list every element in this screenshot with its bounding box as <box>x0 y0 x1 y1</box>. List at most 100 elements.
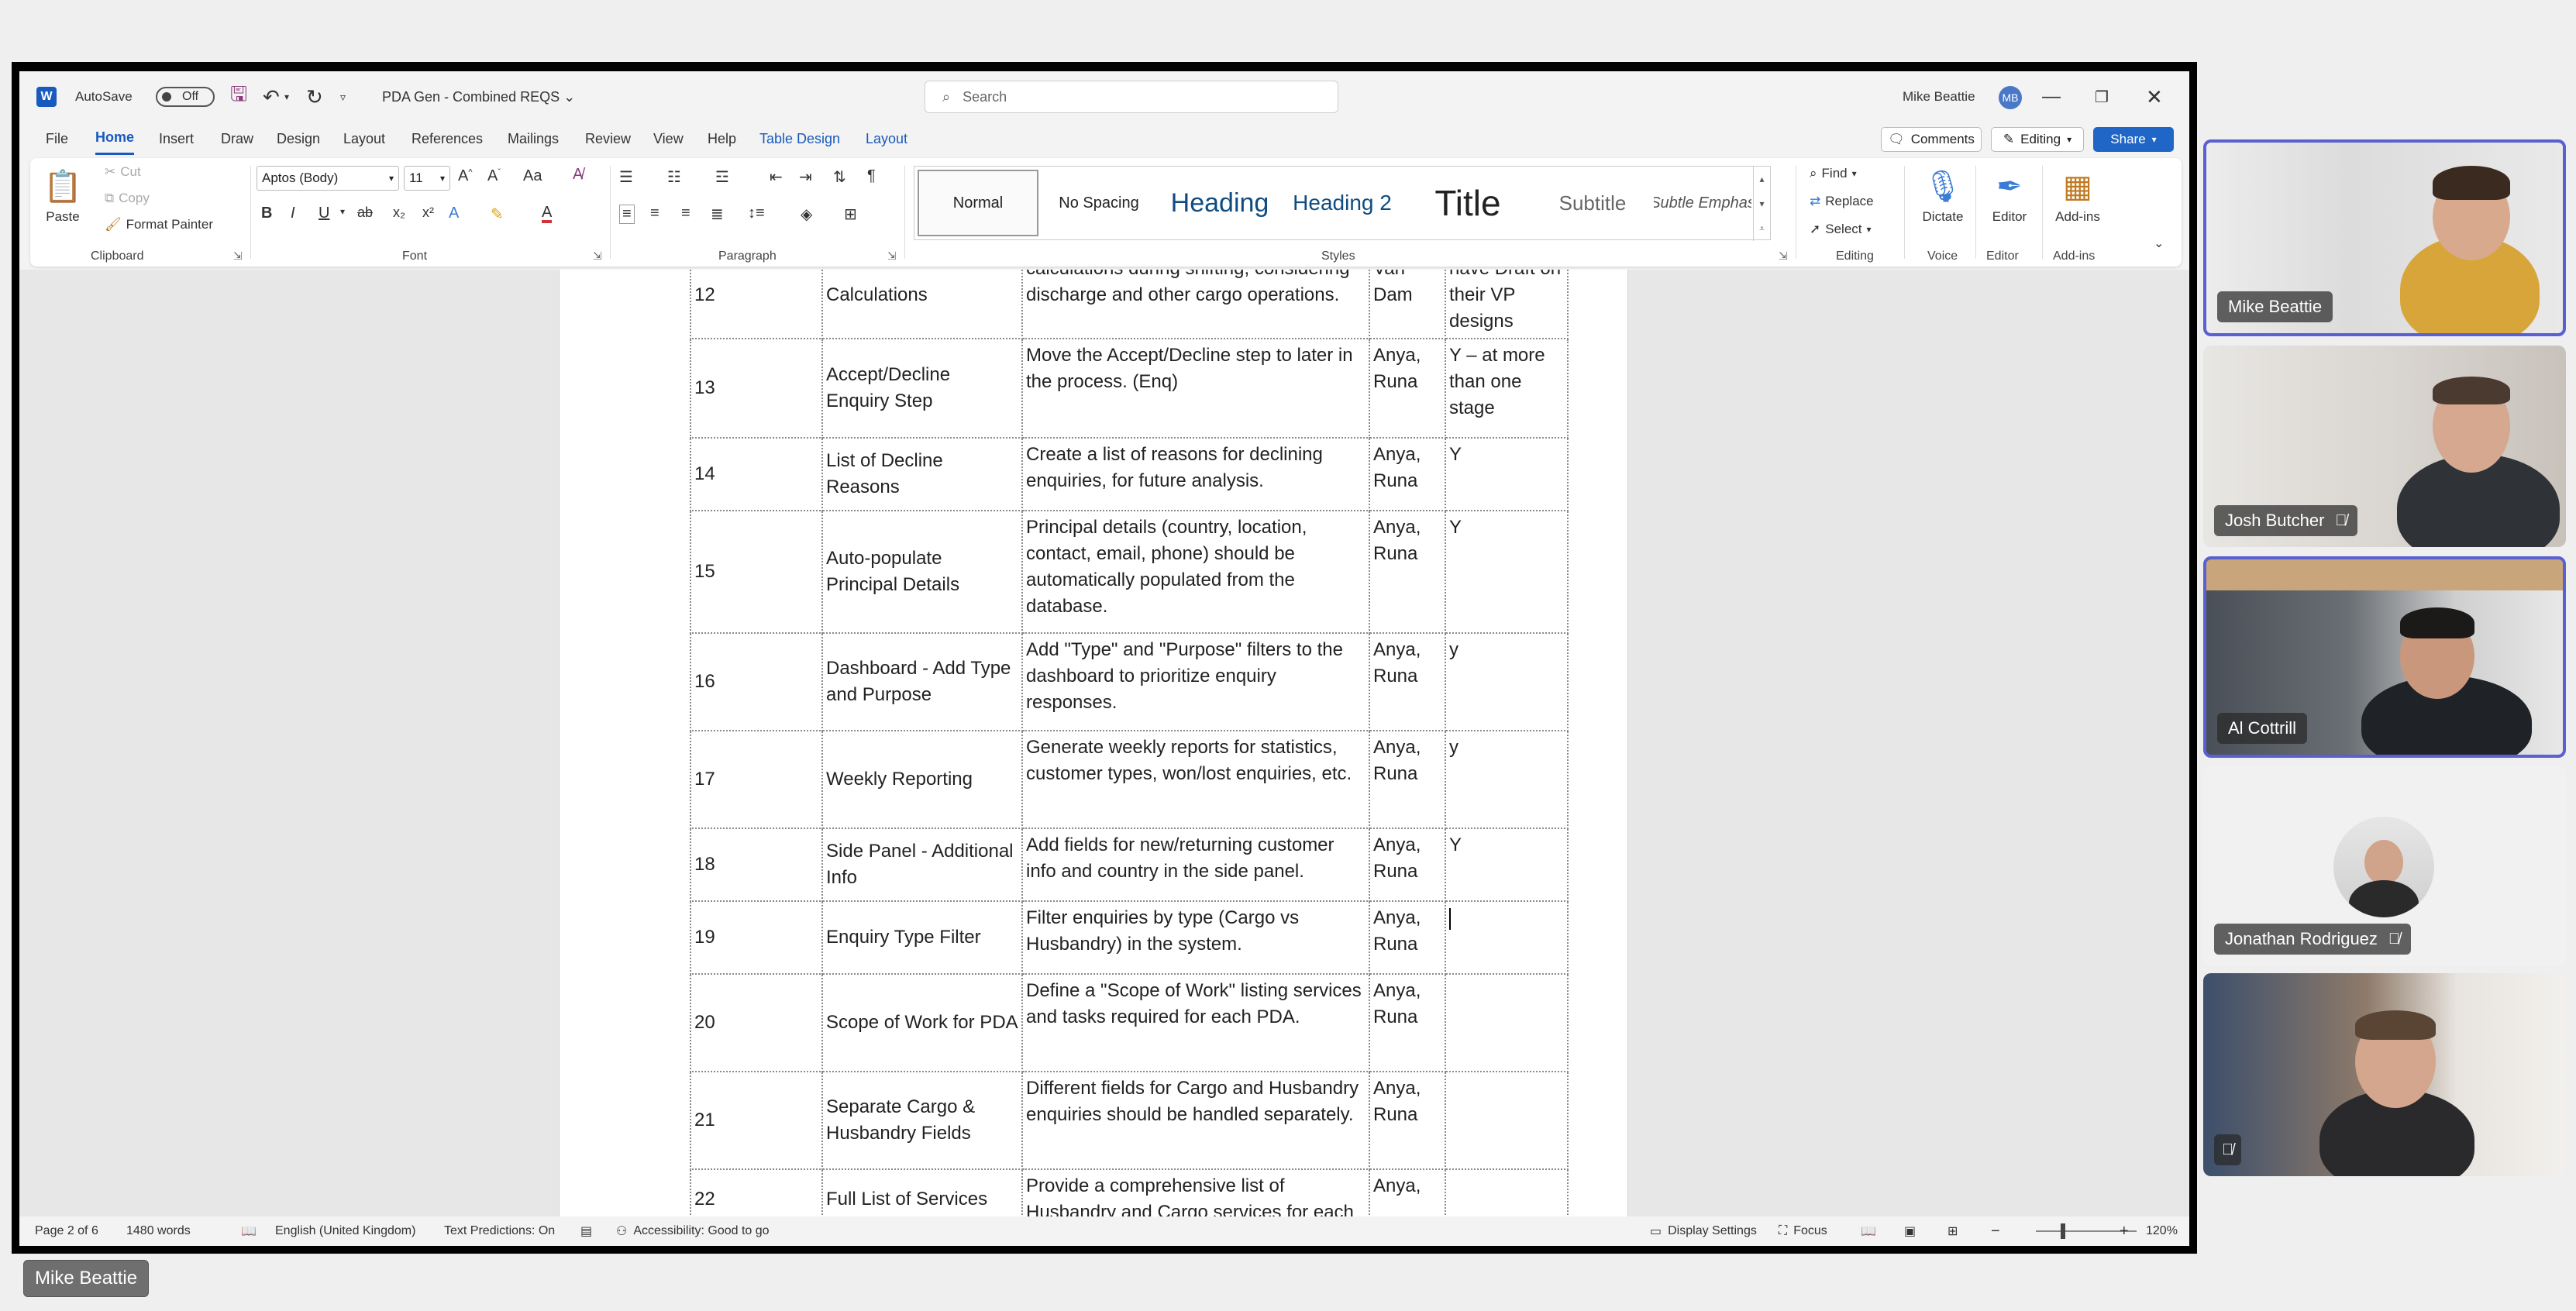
undo-icon[interactable]: ↶ <box>263 71 280 122</box>
table-row[interactable]: 15 Auto-populate Principal Details Princip… <box>690 510 1569 634</box>
superscript-button[interactable]: x² <box>422 205 434 221</box>
style-heading[interactable]: Heading <box>1159 170 1280 236</box>
bold-button[interactable]: B <box>261 205 272 222</box>
owner-cell[interactable]: Van Dam <box>1369 270 1446 339</box>
owner-cell[interactable]: Anya, Runa <box>1369 900 1446 975</box>
style-subtle-emphasis[interactable]: Subtle Emphas <box>1654 170 1751 236</box>
description-cell[interactable]: Principal details (country, location, co… <box>1021 510 1370 634</box>
italic-button[interactable]: I <box>291 205 295 222</box>
status-cell[interactable]: Y – at more than one stage <box>1445 338 1569 439</box>
font-color-icon[interactable]: A <box>542 205 553 223</box>
tab-references[interactable]: References <box>412 122 483 155</box>
page-count[interactable]: Page 2 of 6 <box>35 1216 98 1246</box>
read-mode-icon[interactable]: 📖 <box>1861 1216 1876 1246</box>
table-row[interactable]: 13 Accept/Decline Enquiry Step Move the Ac… <box>690 338 1569 439</box>
status-cell[interactable] <box>1445 1168 1569 1216</box>
close-icon[interactable]: ✕ <box>2146 71 2163 122</box>
avatar[interactable]: MB <box>1999 86 2022 109</box>
table-row[interactable]: 12Calculationscalculations during shifti… <box>690 270 1569 339</box>
bullets-icon[interactable]: ☰ <box>619 167 633 187</box>
row-number-cell[interactable]: 20 <box>690 973 823 1072</box>
table-row[interactable]: 16 Dashboard - Add Type and Purpose Add "T… <box>690 632 1569 731</box>
participant-tile[interactable]: Mike Beattie <box>2203 139 2566 336</box>
tab-review[interactable]: Review <box>585 122 631 155</box>
clipboard-launcher-icon[interactable]: ⇲ <box>233 249 243 263</box>
requirement-name-cell[interactable]: List of Decline Reasons <box>821 437 1023 511</box>
zoom-level[interactable]: 120% <box>2146 1216 2178 1246</box>
description-cell[interactable]: Add "Type" and "Purpose" filters to the … <box>1021 632 1370 731</box>
comments-button[interactable]: 🗨 Comments <box>1881 127 1982 152</box>
owner-cell[interactable]: Anya, <box>1369 1168 1446 1216</box>
requirement-name-cell[interactable]: Calculations <box>821 270 1023 339</box>
borders-icon[interactable]: ⊞ <box>844 205 857 224</box>
tab-table-design[interactable]: Table Design <box>759 122 840 155</box>
owner-cell[interactable]: Anya, Runa <box>1369 437 1446 511</box>
increase-indent-icon[interactable]: ⇥ <box>799 167 812 187</box>
gallery-more-icon[interactable]: ⩡ <box>1753 216 1770 241</box>
text-predictions[interactable]: Text Predictions: On <box>444 1216 555 1246</box>
description-cell[interactable]: Generate weekly reports for statistics, … <box>1021 730 1370 829</box>
display-settings-button[interactable]: ▭ Display Settings <box>1650 1216 1757 1246</box>
numbering-icon[interactable]: ☷ <box>667 167 681 187</box>
requirement-name-cell[interactable]: Auto-populate Principal Details <box>821 510 1023 634</box>
status-cell[interactable]: y <box>1445 730 1569 829</box>
web-layout-icon[interactable]: ⊞ <box>1947 1216 1958 1246</box>
redo-icon[interactable]: ↻ <box>306 71 323 122</box>
editor-button[interactable]: ✒ Editor <box>1977 164 2042 225</box>
style-title[interactable]: Title <box>1404 170 1531 236</box>
owner-cell[interactable]: Anya, Runa <box>1369 730 1446 829</box>
row-number-cell[interactable]: 21 <box>690 1071 823 1170</box>
table-row[interactable]: 19 Enquiry Type Filter Filter enquiries by… <box>690 900 1569 975</box>
chevron-down-icon[interactable]: ▾ <box>284 71 289 122</box>
tab-draw[interactable]: Draw <box>221 122 253 155</box>
description-cell[interactable]: Move the Accept/Decline step to later in… <box>1021 338 1370 439</box>
row-number-cell[interactable]: 18 <box>690 828 823 902</box>
text-effects-icon[interactable]: A <box>449 205 459 222</box>
description-cell[interactable]: Add fields for new/returning customer in… <box>1021 828 1370 902</box>
participant-tile[interactable]: Josh Butcher 🎙̸ <box>2203 346 2566 547</box>
share-button[interactable]: Share ▾ <box>2093 127 2174 152</box>
requirement-name-cell[interactable]: Full List of Services <box>821 1168 1023 1216</box>
dictate-button[interactable]: 🎙 Dictate <box>1910 164 1975 225</box>
requirement-name-cell[interactable]: Scope of Work for PDA <box>821 973 1023 1072</box>
save-icon[interactable]: 🖫 <box>230 71 247 122</box>
zoom-slider-thumb[interactable] <box>2061 1223 2065 1239</box>
decrease-indent-icon[interactable]: ⇤ <box>770 167 783 187</box>
status-cell[interactable]: Y <box>1445 828 1569 902</box>
owner-cell[interactable]: Anya, Runa <box>1369 973 1446 1072</box>
requirement-name-cell[interactable]: Enquiry Type Filter <box>821 900 1023 975</box>
sort-icon[interactable]: ⇅ <box>833 167 846 187</box>
style-heading-2[interactable]: Heading 2 <box>1283 170 1401 236</box>
align-right-icon[interactable]: ≡ <box>681 205 690 222</box>
clear-formatting-icon[interactable]: A̸ <box>573 166 583 184</box>
subscript-button[interactable]: x₂ <box>393 205 405 221</box>
tab-home[interactable]: Home <box>95 122 135 155</box>
description-cell[interactable]: Provide a comprehensive list of Husbandr… <box>1021 1168 1370 1216</box>
row-number-cell[interactable]: 16 <box>690 632 823 731</box>
tab-design[interactable]: Design <box>277 122 320 155</box>
strikethrough-button[interactable]: ab <box>357 205 373 221</box>
description-cell[interactable]: Define a "Scope of Work" listing service… <box>1021 973 1370 1072</box>
description-cell[interactable]: Create a list of reasons for declining e… <box>1021 437 1370 511</box>
search-input[interactable]: ⌕ Search <box>925 81 1338 113</box>
description-cell[interactable]: Different fields for Cargo and Husbandry… <box>1021 1071 1370 1170</box>
focus-button[interactable]: ⛶ Focus <box>1779 1216 1827 1246</box>
autosave-toggle[interactable]: Off <box>156 87 215 107</box>
requirement-name-cell[interactable]: Separate Cargo & Husbandry Fields <box>821 1071 1023 1170</box>
owner-cell[interactable]: Anya, Runa <box>1369 632 1446 731</box>
status-cell[interactable]: y <box>1445 632 1569 731</box>
font-size-select[interactable]: 11 ▾ <box>404 166 450 191</box>
participant-tile[interactable]: Jonathan Rodriguez 🎙̸ <box>2203 766 2566 965</box>
align-center-icon[interactable]: ≡ <box>650 205 659 222</box>
minimize-icon[interactable]: — <box>2042 71 2061 122</box>
grow-font-icon[interactable]: A^ <box>458 167 473 185</box>
style-normal[interactable]: Normal <box>918 170 1038 236</box>
requirement-name-cell[interactable]: Accept/Decline Enquiry Step <box>821 338 1023 439</box>
owner-cell[interactable]: Anya, Runa <box>1369 1071 1446 1170</box>
accessibility-status[interactable]: ⚇ Accessibility: Good to go <box>616 1216 770 1246</box>
font-name-select[interactable]: Aptos (Body) ▾ <box>257 166 399 191</box>
shrink-font-icon[interactable]: Aˇ <box>487 167 501 185</box>
copy-button[interactable]: ⧉ Copy <box>105 191 150 206</box>
requirement-name-cell[interactable]: Dashboard - Add Type and Purpose <box>821 632 1023 731</box>
requirements-table[interactable]: 12Calculationscalculations during shifti… <box>690 270 1569 1216</box>
